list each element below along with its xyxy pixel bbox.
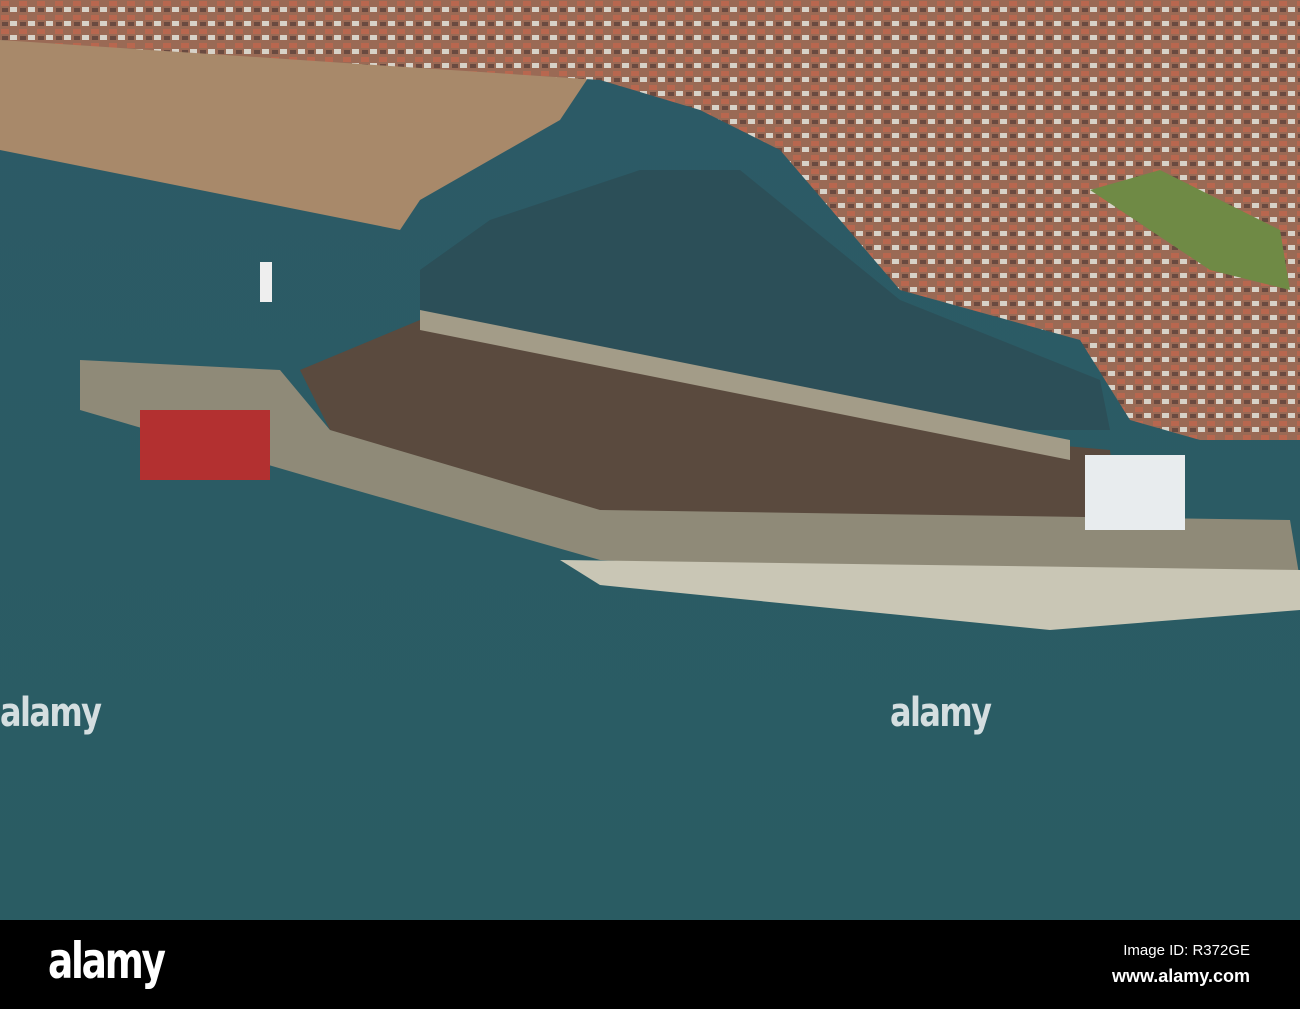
lighthouse — [260, 262, 272, 302]
watermark: alamy — [0, 690, 102, 736]
footer-bar: alamy Image ID: R372GE www.alamy.com — [0, 920, 1300, 1009]
image-id: Image ID: R372GE — [1123, 942, 1250, 959]
aerial-harbour-photo — [0, 0, 1300, 920]
watermark: alamy — [890, 690, 992, 736]
site-url: www.alamy.com — [1111, 966, 1250, 986]
alamy-logo: alamy — [48, 932, 166, 990]
page: alamy alamy alamy Image ID: R372GE www.a… — [0, 0, 1300, 1009]
white-tent — [1085, 455, 1185, 530]
jack-up-rig — [140, 410, 270, 480]
